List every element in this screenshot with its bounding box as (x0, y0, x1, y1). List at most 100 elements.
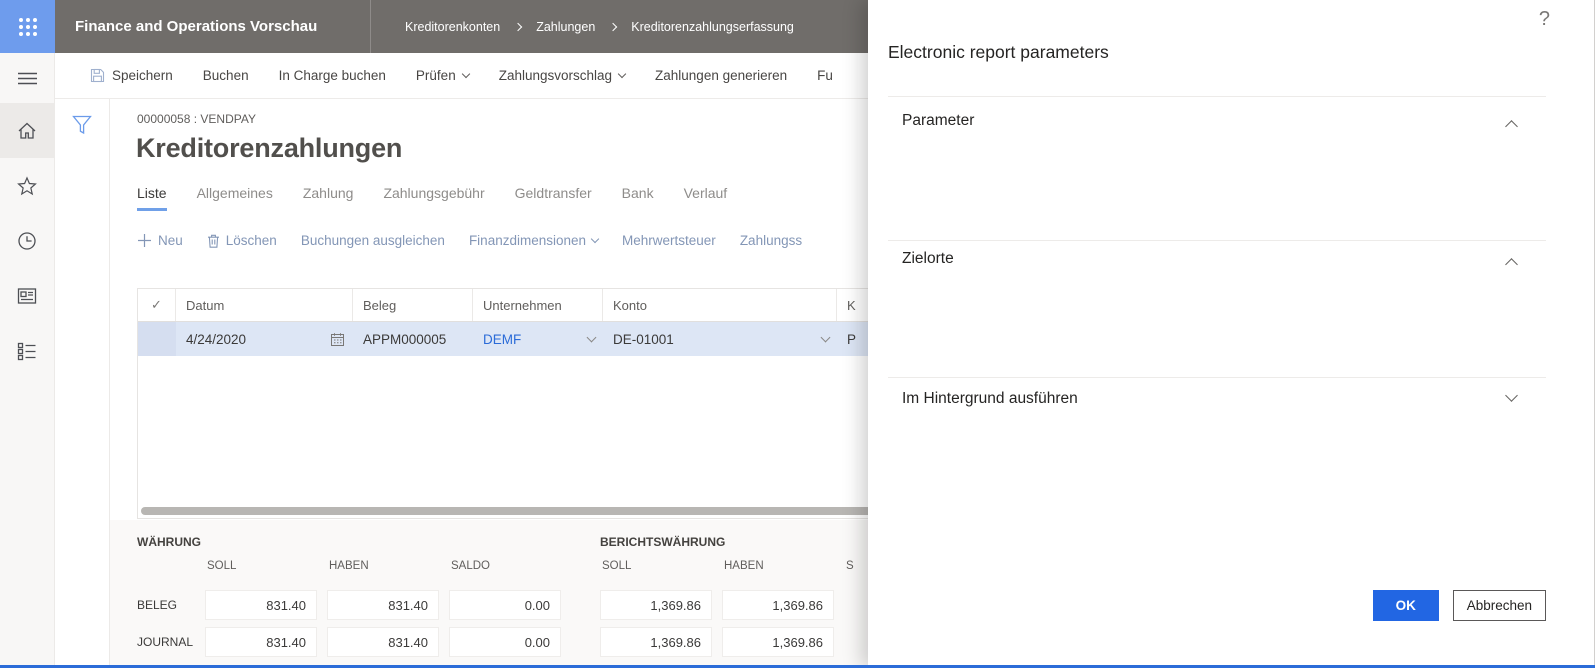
table-row[interactable]: 4/24/2020 APPM000005 DEMF DE-01001 P (138, 322, 877, 356)
chevron-up-icon[interactable] (1505, 120, 1518, 133)
breadcrumb-item[interactable]: Kreditorenzahlungserfassung (631, 20, 794, 34)
divider (888, 96, 1546, 97)
tab-liste[interactable]: Liste (137, 185, 167, 211)
scrollbar-thumb[interactable] (141, 507, 874, 515)
section-header-hintergrund[interactable]: Im Hintergrund ausführen (902, 390, 1078, 408)
journal-lines-grid: ✓ Datum Beleg Unternehmen Konto K 4/24/2… (137, 288, 878, 519)
tab-verlauf[interactable]: Verlauf (684, 185, 728, 211)
sidebar-item-workspaces[interactable] (0, 268, 55, 323)
column-label: Unternehmen (483, 297, 562, 313)
clipped-value: P (847, 331, 857, 347)
reporting-currency-group-label: BERICHTSWÄHRUNG (600, 535, 726, 549)
voucher-cell[interactable]: APPM000005 (353, 322, 473, 356)
section-header-parameter[interactable]: Parameter (902, 112, 974, 130)
generate-payments-label: Zahlungen generieren (655, 68, 788, 83)
tab-bank[interactable]: Bank (622, 185, 654, 211)
row-selector-cell[interactable] (138, 322, 176, 356)
help-icon[interactable]: ? (1539, 8, 1550, 31)
sidebar-item-home[interactable] (0, 103, 55, 158)
save-button[interactable]: Speichern (90, 68, 173, 83)
post-batch-button[interactable]: In Charge buchen (279, 68, 386, 83)
payment-status-menu[interactable]: Zahlungss (740, 233, 802, 248)
new-button-label: Neu (158, 233, 183, 248)
calendar-icon[interactable] (330, 332, 345, 347)
total-field: 831.40 (205, 590, 317, 620)
financial-dimensions-menu[interactable]: Finanzdimensionen (469, 233, 600, 248)
company-cell[interactable]: DEMF (473, 322, 603, 356)
date-cell[interactable]: 4/24/2020 (176, 322, 353, 356)
breadcrumb-item[interactable]: Zahlungen (536, 20, 595, 34)
column-label: Konto (613, 297, 647, 313)
filter-rail (55, 99, 110, 665)
workspace-icon (17, 287, 37, 304)
filter-icon[interactable] (70, 112, 94, 138)
chevron-right-icon (609, 22, 618, 31)
breadcrumb-item[interactable]: Kreditorenkonten (405, 20, 500, 34)
app-window: Finance and Operations Vorschau Kreditor… (0, 0, 1595, 668)
column-header-datum[interactable]: Datum (176, 289, 353, 321)
sales-tax-button[interactable]: Mehrwertsteuer (622, 233, 716, 248)
total-field: 1,369.86 (600, 627, 712, 657)
chevron-up-icon[interactable] (1505, 258, 1518, 271)
ok-button[interactable]: OK (1372, 590, 1439, 621)
tab-geldtransfer[interactable]: Geldtransfer (515, 185, 592, 211)
horizontal-scrollbar[interactable] (141, 507, 874, 515)
column-header-konto[interactable]: Konto (603, 289, 837, 321)
chevron-down-icon[interactable] (820, 332, 831, 343)
total-field: 1,369.86 (722, 590, 834, 620)
waffle-icon (18, 17, 37, 36)
clipped-menu-button[interactable]: Fu (817, 68, 833, 83)
chevron-down-icon (461, 69, 470, 79)
column-label: Datum (186, 297, 225, 313)
cancel-button[interactable]: Abbrechen (1452, 590, 1546, 621)
delete-button-label: Löschen (225, 233, 277, 248)
company-link[interactable]: DEMF (483, 332, 521, 347)
nav-sidebar (0, 53, 55, 665)
generate-payments-button[interactable]: Zahlungen generieren (655, 68, 787, 83)
settle-transactions-label: Buchungen ausgleichen (300, 233, 445, 248)
column-header-beleg[interactable]: Beleg (353, 289, 473, 321)
total-field: 1,369.86 (722, 627, 834, 657)
total-field: 0.00 (449, 590, 561, 620)
column-header-haben2: HABEN (724, 560, 764, 572)
column-header-unternehmen[interactable]: Unternehmen (473, 289, 603, 321)
select-all-checkbox[interactable]: ✓ (138, 289, 176, 321)
tab-zahlungsgebuehr[interactable]: Zahlungsgebühr (383, 185, 484, 211)
account-cell[interactable]: DE-01001 (603, 322, 837, 356)
delete-button[interactable]: Löschen (207, 233, 277, 248)
hamburger-menu-button[interactable] (0, 53, 55, 103)
new-button[interactable]: Neu (137, 233, 183, 248)
chevron-right-icon (513, 22, 523, 31)
column-header-soll2: SOLL (602, 560, 632, 572)
divider (888, 377, 1546, 378)
grid-header-row: ✓ Datum Beleg Unternehmen Konto K (138, 289, 877, 322)
settle-transactions-button[interactable]: Buchungen ausgleichen (301, 233, 445, 248)
chevron-down-icon (590, 234, 600, 244)
save-button-label: Speichern (112, 68, 173, 83)
app-launcher-button[interactable] (0, 0, 55, 53)
post-button[interactable]: Buchen (203, 68, 249, 83)
dialog-title: Electronic report parameters (888, 42, 1109, 62)
chevron-down-icon[interactable] (1505, 389, 1518, 402)
sidebar-item-recent[interactable] (0, 213, 55, 268)
account-value: DE-01001 (613, 331, 674, 347)
payment-proposal-label: Zahlungsvorschlag (498, 68, 613, 83)
hamburger-icon (17, 72, 37, 84)
section-header-zielorte[interactable]: Zielorte (902, 250, 954, 268)
tab-zahlung[interactable]: Zahlung (303, 185, 354, 211)
post-batch-button-label: In Charge buchen (278, 68, 386, 83)
sidebar-item-favorites[interactable] (0, 158, 55, 213)
row-label-journal: JOURNAL (137, 635, 194, 649)
trash-icon (207, 234, 219, 248)
divider (888, 240, 1546, 241)
payment-proposal-menu-button[interactable]: Zahlungsvorschlag (498, 68, 627, 83)
date-value: 4/24/2020 (186, 331, 247, 347)
total-field: 831.40 (205, 627, 317, 657)
app-title[interactable]: Finance and Operations Vorschau (55, 0, 371, 53)
chevron-down-icon[interactable] (586, 332, 597, 343)
tab-allgemeines[interactable]: Allgemeines (197, 185, 273, 211)
sales-tax-label: Mehrwertsteuer (622, 233, 716, 248)
sidebar-item-modules[interactable] (0, 323, 55, 378)
modules-list-icon (17, 342, 36, 360)
validate-menu-button[interactable]: Prüfen (416, 68, 470, 83)
